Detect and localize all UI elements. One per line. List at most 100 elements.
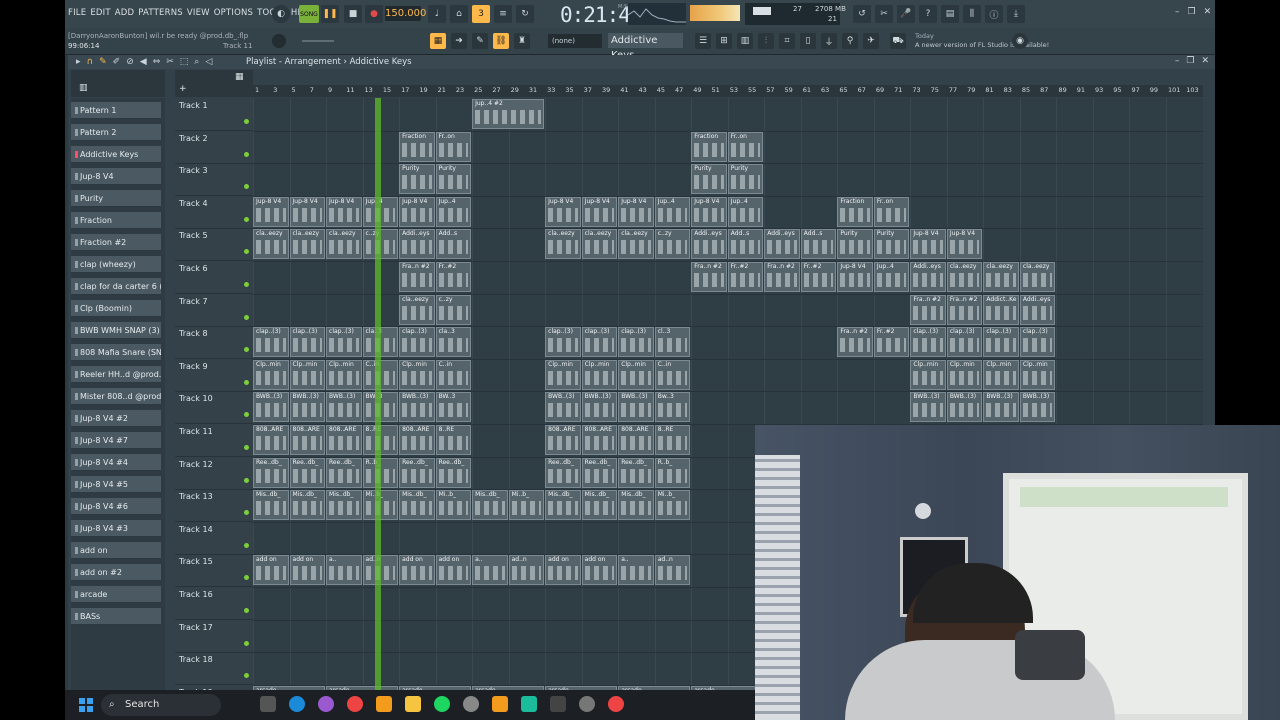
track-mute-led-icon[interactable] [244,282,249,287]
pattern-item[interactable]: Mister 808..d @prod.db_ [71,388,161,405]
menu-options[interactable]: OPTIONS [214,8,253,18]
playlist-restore-icon[interactable]: ❐ [1186,56,1194,66]
copilot-icon[interactable] [318,696,334,712]
play-arrow-icon[interactable]: ▸ [76,57,81,67]
pattern-clip[interactable]: cla..eezy [399,294,435,325]
pattern-clip[interactable]: Mis..db_ [399,490,435,521]
pattern-clip[interactable]: add on [545,555,581,586]
pattern-clip[interactable]: Fra..n #2 [399,262,435,292]
pattern-clip[interactable]: Jup-8 V4 [581,196,618,227]
pattern-clip[interactable]: c..zy [435,294,472,325]
track-header[interactable]: Track 9 [175,359,253,392]
pattern-clip[interactable]: BWB..(3) [946,392,983,423]
pattern-clip[interactable]: clap..(3) [618,327,654,358]
pattern-clip[interactable]: Purity [873,229,910,260]
track-mute-led-icon[interactable] [244,151,249,157]
pattern-clip[interactable]: BW..3 [435,392,472,423]
track-mute-led-icon[interactable] [244,445,249,450]
file-explorer-icon[interactable] [405,696,421,712]
pattern-clip[interactable]: clap..(3) [1019,327,1056,358]
track-header[interactable]: Track 11 [175,424,253,457]
pattern-clip[interactable]: Clp..min [289,359,326,390]
tempo-display[interactable]: 150.000 [385,6,426,21]
pattern-clip[interactable]: Add..s [727,229,764,260]
pattern-clip[interactable]: add on [289,555,326,586]
globe-icon[interactable]: ◉ [1012,33,1028,49]
pattern-clip[interactable]: Clp..min [618,359,654,390]
pattern-clip[interactable]: Ree..db_ [435,457,472,488]
pattern-clip[interactable]: Jup..4 [654,196,691,227]
pattern-clip[interactable]: 808..ARE [581,425,618,455]
paint-icon[interactable]: ✐ [113,57,121,67]
pattern-clip[interactable]: Fraction [837,196,873,227]
pattern-item[interactable]: Jup-8 V4 #3 [71,520,161,537]
pattern-clip[interactable]: BWB..(3) [1019,392,1056,423]
track-mute-led-icon[interactable] [244,249,249,255]
main-pitch-slider[interactable] [302,40,334,42]
pattern-clip[interactable]: a.. [326,555,362,586]
marker-icon[interactable]: ✈ [863,33,879,49]
pattern-clip[interactable]: cla..eezy [983,262,1019,292]
pattern-clip[interactable]: add on [399,555,435,586]
pattern-clip[interactable]: Jup-8 V4 [399,196,435,227]
pattern-item[interactable]: 808 Mafia Snare (SNARE) [71,344,161,361]
track-header[interactable]: Track 10 [175,391,253,425]
breadcrumb-current[interactable]: Addictive Keys [350,57,412,67]
pattern-clip[interactable]: cla..3 [435,327,472,358]
pattern-item[interactable]: Fraction #2 [71,234,161,251]
task-view-icon[interactable] [260,696,276,712]
pattern-item[interactable]: Purity [71,190,161,207]
minimize-icon[interactable]: – [1175,7,1180,17]
track-header[interactable]: Track 2 [175,131,253,164]
pattern-clip[interactable]: Jup-8 V4 [545,196,581,227]
pattern-clip[interactable]: BWB..(3) [618,392,654,423]
pause-button[interactable]: ❚❚ [321,5,339,23]
windows-start-icon[interactable] [79,698,93,712]
pattern-clip[interactable]: Jup-8 V4 [837,262,873,292]
taskbar-search[interactable]: ⌕ Search [101,694,221,716]
pattern-clip[interactable]: 808..ARE [326,425,362,455]
microphone-icon[interactable]: 🎤 [897,5,915,23]
pattern-clip[interactable]: Jup..4 [873,262,910,292]
pattern-clip[interactable]: Ree..db_ [253,457,289,488]
track-header[interactable]: Track 4 [175,196,253,229]
app-icon-1[interactable] [463,696,479,712]
brush-icon[interactable]: ✎ [472,33,488,49]
mute-icon[interactable]: ◀ [140,57,147,67]
pattern-item[interactable]: add on #2 [71,564,161,581]
slip-icon[interactable]: ⇔ [153,57,161,67]
blend-notes-icon[interactable]: ≡ [494,5,512,23]
pattern-clip[interactable]: 808..ARE [399,425,435,455]
pattern-clip[interactable]: Fr..on [727,131,764,162]
pattern-item[interactable]: clap (wheezy) [71,256,161,273]
plug-icon[interactable]: ⏚ [821,33,837,49]
pattern-clip[interactable]: cla..eezy [253,229,289,260]
channel-selector[interactable]: Addictive Keys [608,33,683,61]
countdown-icon[interactable]: 3 [472,5,490,23]
pattern-clip[interactable]: Addi..eys [399,229,435,260]
track-header[interactable]: Track 16 [175,587,253,620]
pattern-clip[interactable]: Addi..eys [691,229,727,260]
browser-icon[interactable]: ☰ [695,33,711,49]
playlist-minimize-icon[interactable]: – [1175,56,1180,66]
pattern-clip[interactable]: C..in [435,359,472,390]
pattern-clip[interactable]: Ree..db_ [581,457,618,488]
pattern-clip[interactable]: Purity [435,164,472,195]
pattern-clip[interactable]: BWB..(3) [399,392,435,423]
pattern-clip[interactable]: Fr..on [873,196,910,227]
pattern-selector[interactable]: (none) [548,34,602,48]
piano-icon[interactable]: ▥ [79,83,88,93]
pattern-clip[interactable]: Fra..n #2 [691,262,727,292]
pattern-clip[interactable]: cla..eezy [326,229,362,260]
pattern-clip[interactable]: Fra..n #2 [946,294,983,325]
pattern-clip[interactable]: BWB..(3) [910,392,946,423]
pattern-clip[interactable]: cla..eezy [618,229,654,260]
track-header[interactable]: Track 17 [175,620,253,653]
select-icon[interactable]: ⬚ [180,57,189,67]
pattern-clip[interactable]: Bw..3 [654,392,691,423]
plugin-icon[interactable]: ⌗ [779,33,795,49]
metronome-icon[interactable]: ♩ [428,5,446,23]
playlist-close-icon[interactable]: ✕ [1201,56,1209,66]
track-mute-led-icon[interactable] [244,608,249,613]
pattern-clip[interactable]: Jup-8 V4 [618,196,654,227]
